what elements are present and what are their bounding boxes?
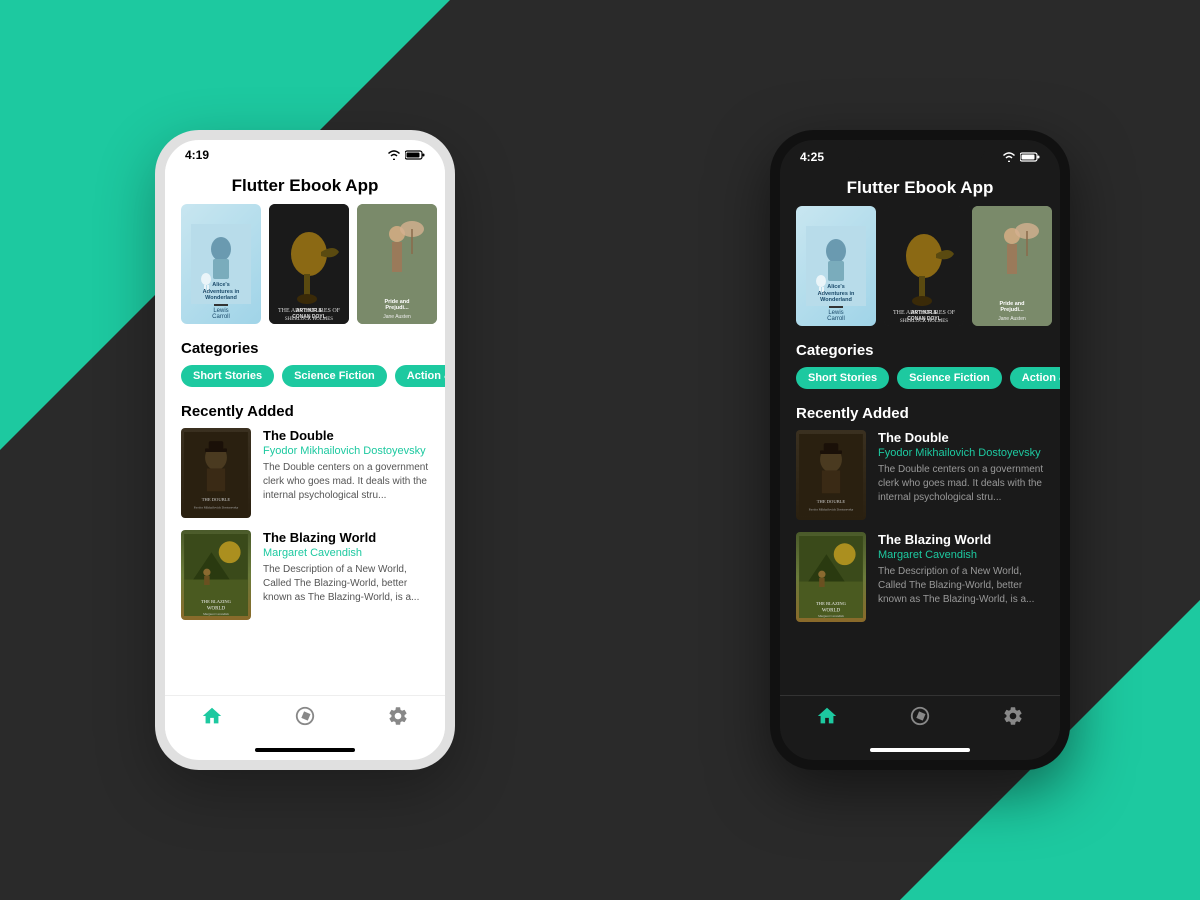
- recently-added-title-dark: Recently Added: [780, 401, 1060, 430]
- book-holmes-dark[interactable]: THE ADVENTURES OF SHERLOCK HOLMES ARTHUR…: [884, 206, 964, 326]
- book-title-double-white: The Double: [263, 428, 429, 443]
- blazing-cover-art: THE BLAZING WORLD Margaret Cavendish: [181, 534, 251, 616]
- notch-dark: [855, 140, 985, 164]
- book-author-double-white: Fyodor Mikhailovich Dostoyevsky: [263, 445, 429, 457]
- book-alice-dark[interactable]: Alice'sAdventures inWonderland LewisCarr…: [796, 206, 876, 326]
- svg-text:THE DOUBLE: THE DOUBLE: [202, 497, 231, 502]
- status-icons: [387, 150, 425, 160]
- app-title-dark: Flutter Ebook App: [780, 168, 1060, 206]
- book-info-blazing-white: The Blazing World Margaret Cavendish The…: [263, 530, 429, 620]
- book-thumb-double-dark: THE DOUBLE Fyodor Mikhailovich Dostoyevs…: [796, 430, 866, 520]
- category-short-stories-white[interactable]: Short Stories: [181, 365, 274, 387]
- svg-text:Fyodor Mikhailovich Dostoyevsk: Fyodor Mikhailovich Dostoyevsky: [194, 506, 239, 510]
- holmes-cover-svg: THE ADVENTURES OF SHERLOCK HOLMES: [269, 204, 349, 324]
- book-pride-white[interactable]: Pride andPrejudi... Jane Austen: [357, 204, 437, 324]
- app-title-white: Flutter Ebook App: [165, 166, 445, 204]
- nav-home-dark[interactable]: [815, 704, 839, 728]
- svg-text:THE BLAZING: THE BLAZING: [201, 599, 232, 604]
- category-sci-fi-dark[interactable]: Science Fiction: [897, 367, 1002, 389]
- categories-row-white: Short Stories Science Fiction Action & A…: [165, 365, 445, 399]
- phone-dark: 4:25 Flutter Ebook App: [770, 130, 1070, 770]
- phone-white: 4:19 Flutter Ebook App: [155, 130, 455, 770]
- book-info-double-white: The Double Fyodor Mikhailovich Dostoyevs…: [263, 428, 429, 518]
- category-sci-fi-white[interactable]: Science Fiction: [282, 365, 387, 387]
- holmes-cover-dark: THE ADVENTURES OF SHERLOCK HOLMES: [884, 206, 964, 326]
- home-bar-white: [255, 748, 355, 752]
- status-time-dark: 4:25: [800, 150, 824, 164]
- book-list-item-double-white[interactable]: THE DOUBLE Fyodor Mikhailovich Dostoyevs…: [181, 428, 429, 518]
- nav-settings-dark[interactable]: [1001, 704, 1025, 728]
- svg-text:Margaret Cavendish: Margaret Cavendish: [818, 614, 844, 618]
- bottom-nav-dark: [780, 695, 1060, 740]
- recently-added-white: THE DOUBLE Fyodor Mikhailovich Dostoyevs…: [165, 428, 445, 695]
- book-author-blazing-white: Margaret Cavendish: [263, 547, 429, 559]
- book-holmes-white[interactable]: THE ADVENTURES OF SHERLOCK HOLMES ARTHUR…: [269, 204, 349, 324]
- svg-text:WORLD: WORLD: [822, 609, 841, 614]
- nav-explore-white[interactable]: [293, 704, 317, 728]
- bottom-nav-white: [165, 695, 445, 740]
- book-pride-dark[interactable]: Pride andPrejudi... Jane Austen: [972, 206, 1052, 326]
- books-carousel-dark[interactable]: Alice'sAdventures inWonderland LewisCarr…: [780, 206, 1060, 338]
- status-icons-dark: [1002, 152, 1040, 162]
- home-indicator-white: [165, 740, 445, 760]
- category-action-white[interactable]: Action & Adventure: [395, 365, 445, 387]
- book-desc-double-dark: The Double centers on a government clerk…: [878, 463, 1044, 505]
- book-author-blazing-dark: Margaret Cavendish: [878, 549, 1044, 561]
- svg-text:Fyodor Mikhailovich Dostoyevsk: Fyodor Mikhailovich Dostoyevsky: [809, 508, 854, 512]
- status-bar-white: 4:19: [165, 140, 445, 166]
- phone-dark-frame: 4:25 Flutter Ebook App: [770, 130, 1070, 770]
- wifi-icon-dark: [1002, 152, 1016, 162]
- status-time: 4:19: [185, 148, 209, 162]
- book-desc-blazing-white: The Description of a New World, Called T…: [263, 563, 429, 605]
- book-title-blazing-dark: The Blazing World: [878, 532, 1044, 547]
- categories-title-white: Categories: [165, 336, 445, 365]
- svg-text:THE BLAZING: THE BLAZING: [816, 601, 847, 606]
- book-author-double-dark: Fyodor Mikhailovich Dostoyevsky: [878, 447, 1044, 459]
- category-short-stories-dark[interactable]: Short Stories: [796, 367, 889, 389]
- book-thumb-blazing-dark: THE BLAZING WORLD Margaret Cavendish: [796, 532, 866, 622]
- book-list-item-blazing-dark[interactable]: THE BLAZING WORLD Margaret Cavendish The…: [796, 532, 1044, 622]
- svg-text:Margaret Cavendish: Margaret Cavendish: [203, 612, 229, 616]
- svg-text:WORLD: WORLD: [207, 607, 226, 612]
- home-indicator-dark: [780, 740, 1060, 760]
- book-list-item-double-dark[interactable]: THE DOUBLE Fyodor Mikhailovich Dostoyevs…: [796, 430, 1044, 520]
- book-thumb-blazing-white: THE BLAZING WORLD Margaret Cavendish: [181, 530, 251, 620]
- book-alice-white[interactable]: Alice'sAdventures inWonderland LewisCarr…: [181, 204, 261, 324]
- double-cover-dark-art: THE DOUBLE Fyodor Mikhailovich Dostoyevs…: [796, 434, 866, 516]
- nav-settings-white[interactable]: [386, 704, 410, 728]
- book-desc-double-white: The Double centers on a government clerk…: [263, 461, 429, 503]
- battery-icon: [405, 150, 425, 160]
- book-thumb-double-white: THE DOUBLE Fyodor Mikhailovich Dostoyevs…: [181, 428, 251, 518]
- blazing-cover-dark-art: THE BLAZING WORLD Margaret Cavendish: [796, 536, 866, 618]
- phone-white-frame: 4:19 Flutter Ebook App: [155, 130, 455, 770]
- wifi-icon: [387, 150, 401, 160]
- books-carousel-white[interactable]: Alice'sAdventures inWonderland LewisCarr…: [165, 204, 445, 336]
- book-info-blazing-dark: The Blazing World Margaret Cavendish The…: [878, 532, 1044, 622]
- screen-white: Flutter Ebook App: [165, 166, 445, 695]
- recently-added-title-white: Recently Added: [165, 399, 445, 428]
- book-title-blazing-white: The Blazing World: [263, 530, 429, 545]
- screen-dark: Flutter Ebook App Alice'sAdventures inWo…: [780, 168, 1060, 695]
- book-title-double-dark: The Double: [878, 430, 1044, 445]
- double-cover-art: THE DOUBLE Fyodor Mikhailovich Dostoyevs…: [181, 432, 251, 514]
- categories-row-dark: Short Stories Science Fiction Action & A…: [780, 367, 1060, 401]
- book-desc-blazing-dark: The Description of a New World, Called T…: [878, 565, 1044, 607]
- svg-text:THE DOUBLE: THE DOUBLE: [817, 499, 846, 504]
- book-info-double-dark: The Double Fyodor Mikhailovich Dostoyevs…: [878, 430, 1044, 520]
- home-bar-dark: [870, 748, 970, 752]
- nav-explore-dark[interactable]: [908, 704, 932, 728]
- recently-added-dark: THE DOUBLE Fyodor Mikhailovich Dostoyevs…: [780, 430, 1060, 695]
- category-action-dark[interactable]: Action & Adventure: [1010, 367, 1060, 389]
- categories-title-dark: Categories: [780, 338, 1060, 367]
- book-list-item-blazing-white[interactable]: THE BLAZING WORLD Margaret Cavendish The…: [181, 530, 429, 620]
- nav-home-white[interactable]: [200, 704, 224, 728]
- battery-icon-dark: [1020, 152, 1040, 162]
